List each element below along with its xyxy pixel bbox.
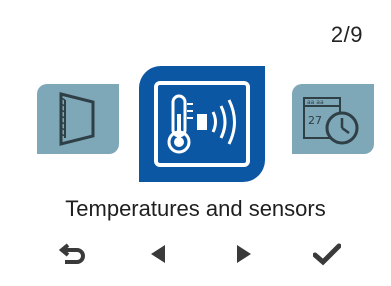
menu-screen: 2/9 aa aa 27 Temperatures and sensors <box>0 0 391 286</box>
calendar-clock-icon: aa aa 27 <box>303 97 359 145</box>
back-button[interactable] <box>54 234 94 274</box>
triangle-right-icon <box>237 245 251 263</box>
menu-tile-next[interactable]: aa aa 27 <box>292 84 374 154</box>
page-indicator: 2/9 <box>330 22 363 47</box>
thermometer-sensor-icon <box>154 81 250 167</box>
wall-panel-icon <box>59 92 95 146</box>
return-arrow-icon <box>59 243 85 264</box>
next-button[interactable] <box>224 234 264 274</box>
menu-tile-previous[interactable] <box>37 84 119 154</box>
svg-text:27: 27 <box>308 114 322 127</box>
triangle-left-icon <box>151 245 165 263</box>
previous-button[interactable] <box>138 234 178 274</box>
menu-item-label: Temperatures and sensors <box>65 196 326 221</box>
menu-tile-selected[interactable] <box>139 66 265 182</box>
checkmark-icon <box>313 243 341 266</box>
confirm-button[interactable] <box>307 234 347 274</box>
svg-text:aa aa: aa aa <box>307 99 324 106</box>
